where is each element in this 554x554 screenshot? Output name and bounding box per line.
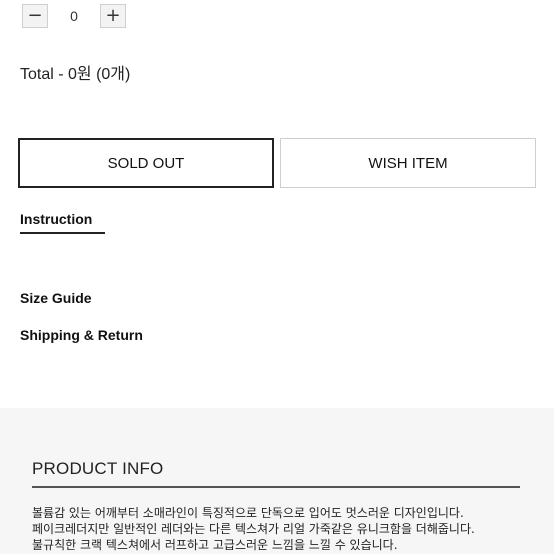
shipping-return-link[interactable]: Shipping & Return <box>20 327 143 343</box>
quantity-value[interactable]: 0 <box>48 8 100 24</box>
tab-instruction[interactable]: Instruction <box>20 211 92 227</box>
quantity-stepper[interactable]: − 0 + <box>22 2 126 30</box>
product-info-divider <box>32 486 520 488</box>
increase-quantity-button[interactable]: + <box>100 4 126 28</box>
description-line: 볼륨감 있는 어깨부터 소매라인이 특징적으로 단독으로 입어도 멋스러운 디자… <box>32 506 464 520</box>
wish-item-button[interactable]: WISH ITEM <box>280 138 536 188</box>
active-tab-underline <box>20 232 105 234</box>
total-price: Total - 0원 (0개) <box>20 66 131 83</box>
minus-icon: − <box>27 5 43 26</box>
product-info-description: 볼륨감 있는 어깨부터 소매라인이 특징적으로 단독으로 입어도 멋스러운 디자… <box>32 505 532 553</box>
sold-out-button[interactable]: SOLD OUT <box>18 138 274 188</box>
description-line: 페이크레더지만 일반적인 레더와는 다른 텍스쳐가 리얼 가죽같은 유니크함을 … <box>32 522 475 536</box>
product-info-title: PRODUCT INFO <box>32 459 164 478</box>
plus-icon: + <box>105 5 121 26</box>
decrease-quantity-button[interactable]: − <box>22 4 48 28</box>
description-line: 불규칙한 크랙 텍스쳐에서 러프하고 고급스러운 느낌을 느낄 수 있습니다. <box>32 538 398 552</box>
size-guide-link[interactable]: Size Guide <box>20 290 92 306</box>
